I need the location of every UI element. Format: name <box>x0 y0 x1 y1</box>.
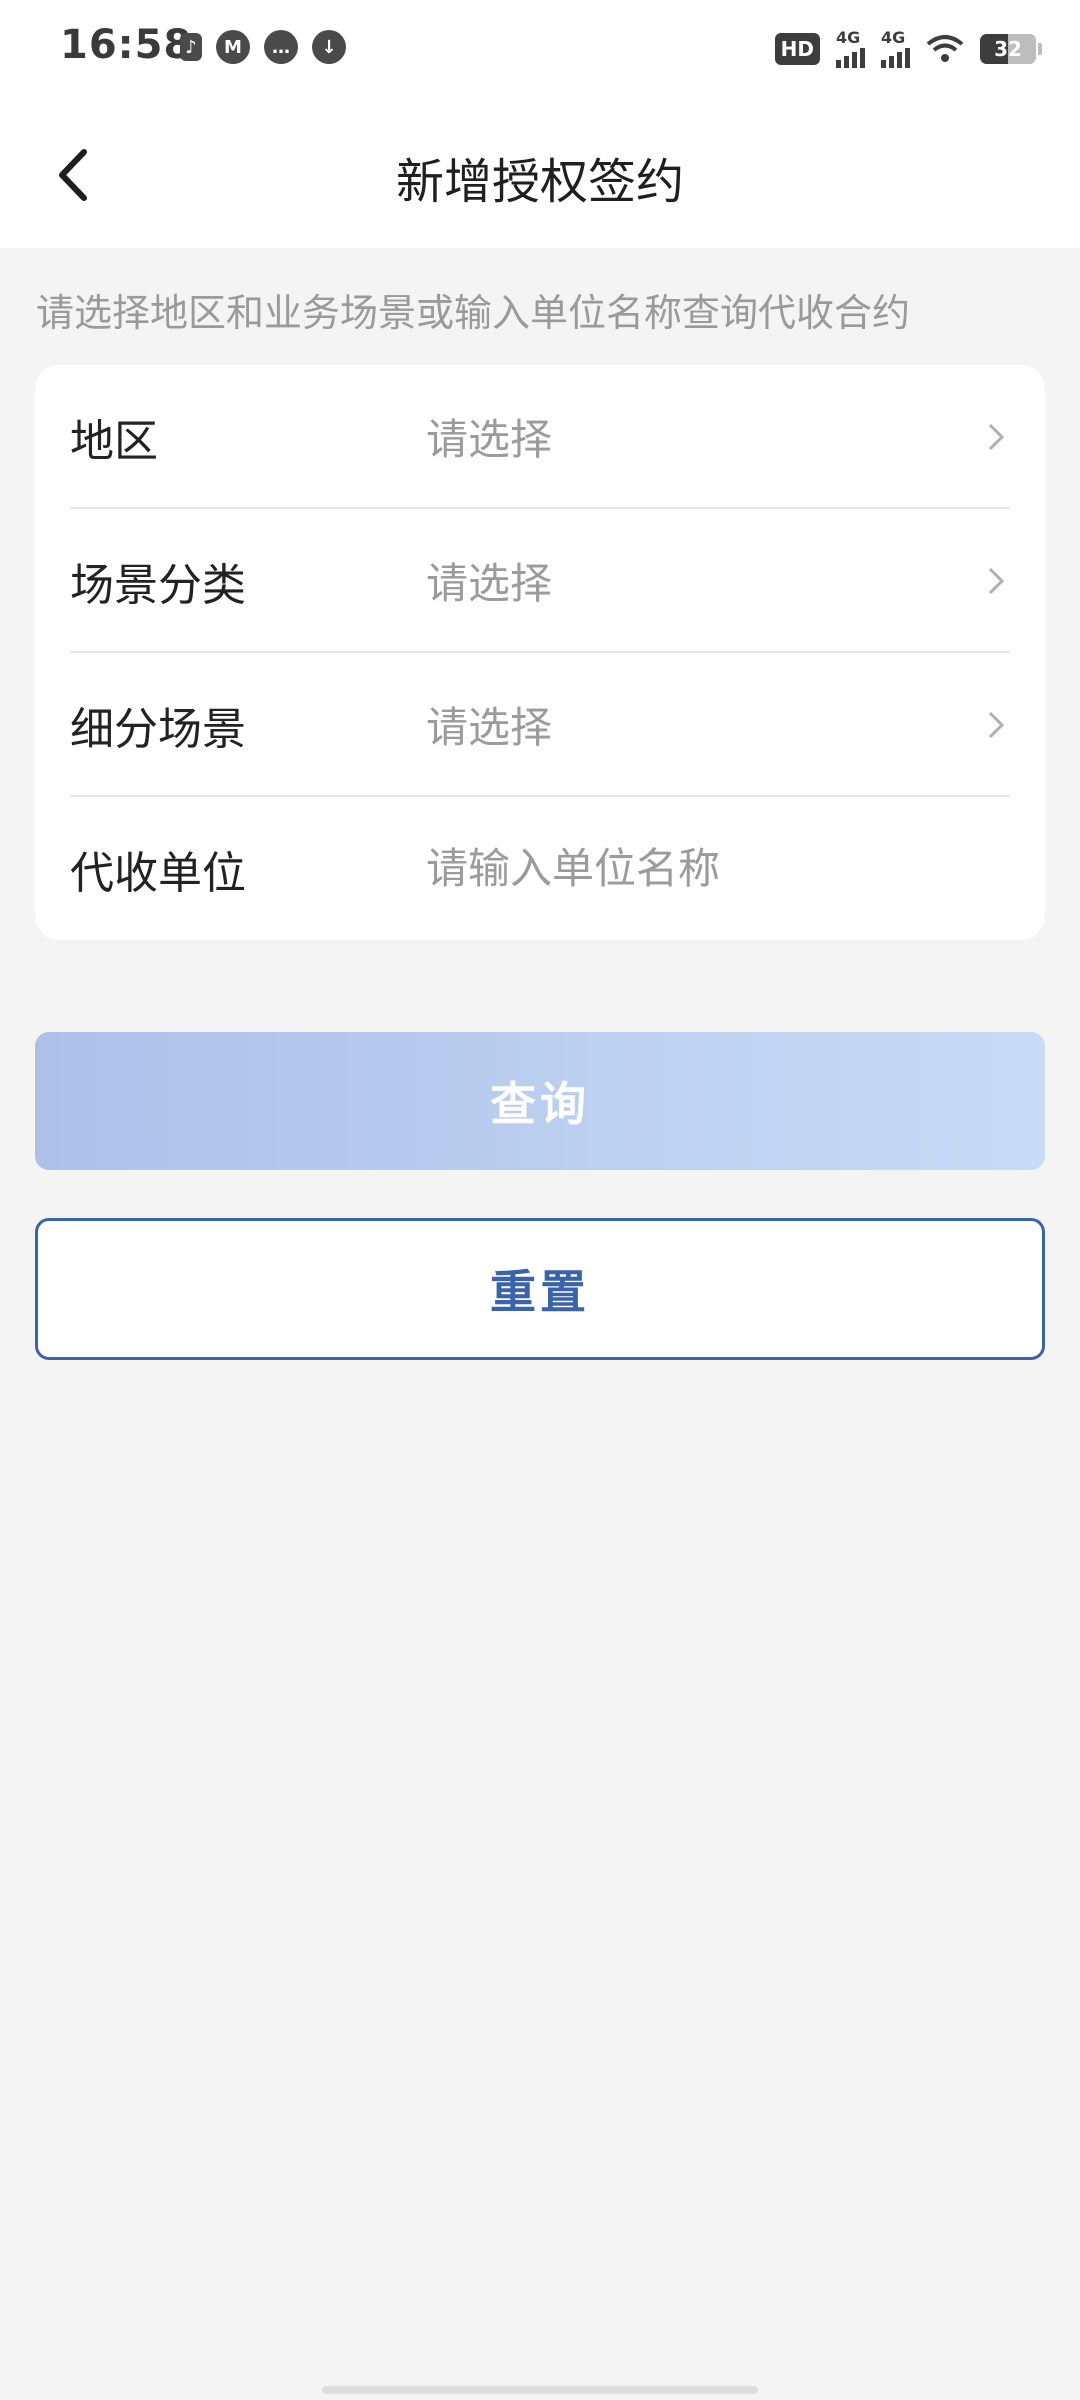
message-notification-icon: … <box>264 30 298 64</box>
collection-unit-input[interactable] <box>426 844 1010 893</box>
signal-network-label: 4G <box>881 28 906 47</box>
battery-icon: 32 <box>980 34 1036 64</box>
signal-network-label: 4G <box>836 28 861 47</box>
chevron-right-icon <box>988 567 1005 594</box>
music-notification-icon: ♪ <box>180 33 202 61</box>
status-bar: 16:58 ♪ M … ↓ HD 4G 4G 32 <box>0 0 1080 100</box>
search-form-card: 地区 请选择 场景分类 请选择 细分场景 请选择 代收单位 <box>35 365 1045 940</box>
page-title: 新增授权签约 <box>395 154 684 210</box>
signal-icon: 4G <box>881 30 910 68</box>
home-indicator[interactable] <box>322 2386 758 2394</box>
reset-button[interactable]: 重置 <box>35 1218 1045 1360</box>
instruction-text: 请选择地区和业务场景或输入单位名称查询代收合约 <box>36 291 911 335</box>
region-selector[interactable]: 地区 请选择 <box>70 365 1010 508</box>
region-label: 地区 <box>70 415 158 467</box>
navigation-bar: 新增授权签约 <box>0 100 1080 248</box>
wifi-icon <box>926 35 964 62</box>
system-icons: HD 4G 4G 32 <box>774 30 1042 68</box>
chevron-right-icon <box>988 711 1005 738</box>
collection-unit-label: 代收单位 <box>70 847 246 899</box>
sub-scene-value: 请选择 <box>426 703 553 752</box>
battery-level: 32 <box>994 37 1022 61</box>
scene-category-value: 请选择 <box>426 559 553 608</box>
chevron-right-icon <box>988 423 1005 450</box>
scene-category-label: 场景分类 <box>70 559 246 611</box>
scene-category-selector[interactable]: 场景分类 请选择 <box>70 509 1010 652</box>
region-value: 请选择 <box>426 415 553 464</box>
sub-scene-label: 细分场景 <box>70 703 246 755</box>
app-notification-icon: M <box>216 30 250 64</box>
query-button[interactable]: 查询 <box>35 1032 1045 1170</box>
hd-voice-icon: HD <box>774 33 820 65</box>
notification-icons: ♪ M … ↓ <box>180 30 346 64</box>
download-notification-icon: ↓ <box>312 30 346 64</box>
status-time: 16:58 <box>60 22 193 68</box>
collection-unit-row: 代收单位 <box>70 797 1010 940</box>
signal-icon: 4G <box>836 30 865 68</box>
sub-scene-selector[interactable]: 细分场景 请选择 <box>70 653 1010 796</box>
